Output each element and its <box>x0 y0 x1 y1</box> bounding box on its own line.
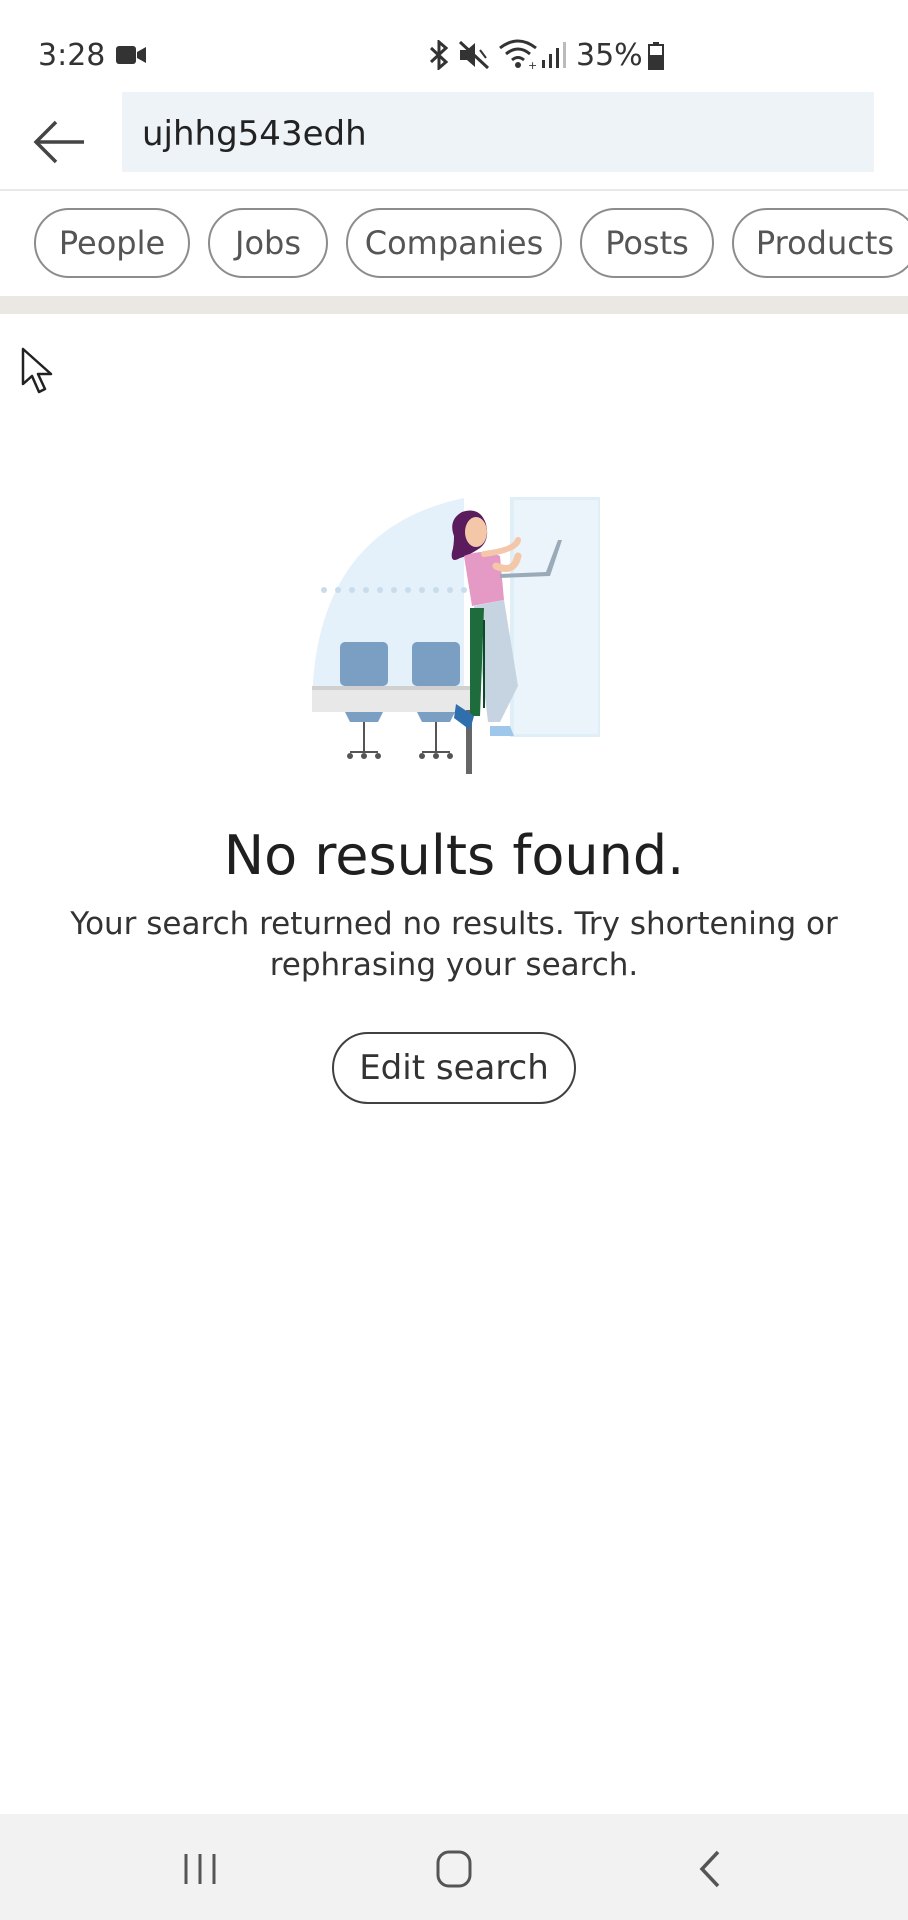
screen: 3:28 + 35% ujhhg543edh People Jobs Compa… <box>0 0 908 1920</box>
chip-jobs[interactable]: Jobs <box>208 208 328 278</box>
wifi-icon: + <box>499 39 537 70</box>
home-icon[interactable] <box>424 1844 484 1894</box>
video-camera-icon <box>116 46 146 64</box>
section-divider <box>0 296 908 314</box>
status-time: 3:28 <box>38 38 106 73</box>
signal-icon <box>542 42 566 68</box>
back-arrow-icon[interactable] <box>30 116 90 168</box>
filter-chips: People Jobs Companies Posts Products <box>0 206 908 278</box>
chip-label: Posts <box>605 224 689 262</box>
chip-label: Products <box>755 224 895 262</box>
bluetooth-icon <box>429 40 449 70</box>
recent-apps-icon[interactable] <box>170 1844 230 1894</box>
chip-posts[interactable]: Posts <box>580 208 714 278</box>
mute-icon <box>458 40 490 70</box>
chip-label: Companies <box>364 224 544 262</box>
svg-text:+: + <box>528 59 537 70</box>
battery-percentage: 35% <box>576 38 643 73</box>
back-icon[interactable] <box>680 1844 740 1894</box>
empty-state-title: No results found. <box>223 824 685 887</box>
status-bar: 3:28 + 35% <box>0 0 908 100</box>
mouse-pointer-icon <box>21 347 53 394</box>
edit-search-button[interactable]: Edit search <box>332 1032 576 1104</box>
search-header <box>0 90 908 190</box>
chip-label: Jobs <box>235 224 301 262</box>
chip-products[interactable]: Products <box>732 208 908 278</box>
system-nav-bar <box>0 1814 908 1920</box>
person-with-laptop-illustration <box>312 497 600 774</box>
chip-people[interactable]: People <box>34 208 190 278</box>
chip-label: People <box>58 224 166 262</box>
chip-companies[interactable]: Companies <box>346 208 562 278</box>
empty-state-message: Your search returned no results. Try sho… <box>70 906 838 983</box>
search-input[interactable] <box>122 92 874 172</box>
battery-icon <box>648 42 664 70</box>
header-divider <box>0 189 908 191</box>
